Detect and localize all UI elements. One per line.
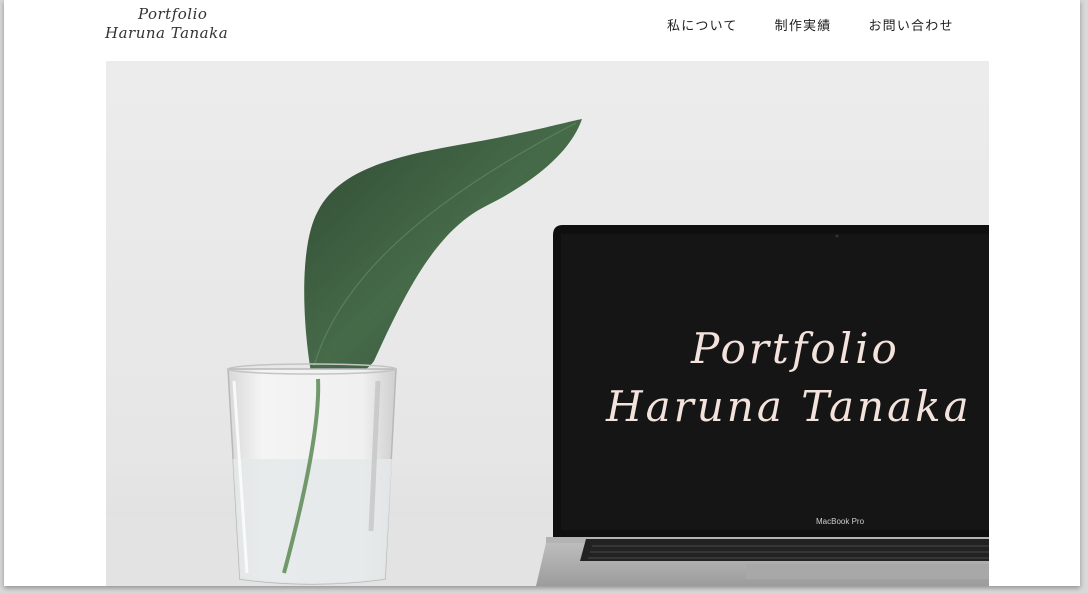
water-glass <box>227 363 397 585</box>
screen-title-line-1: Portfolio <box>690 324 900 373</box>
nav-item-works[interactable]: 制作実績 <box>775 15 832 34</box>
nav-item-contact[interactable]: お問い合わせ <box>868 15 953 34</box>
screen-title-line-2: Haruna Tanaka <box>605 382 972 431</box>
hero-image: Portfolio Haruna Tanaka MacBook Pro <box>106 61 989 586</box>
nav-item-about[interactable]: 私について <box>667 15 738 34</box>
browser-page: Portfolio Haruna Tanaka 私について 制作実績 お問い合わ… <box>4 0 1080 586</box>
main-nav: 私について 制作実績 お問い合わせ <box>667 15 954 34</box>
logo-line-2: Haruna Tanaka <box>105 24 229 42</box>
laptop-brand-label: MacBook Pro <box>816 517 865 526</box>
site-logo[interactable]: Portfolio Haruna Tanaka <box>105 5 255 49</box>
logo-line-1: Portfolio <box>138 5 208 23</box>
